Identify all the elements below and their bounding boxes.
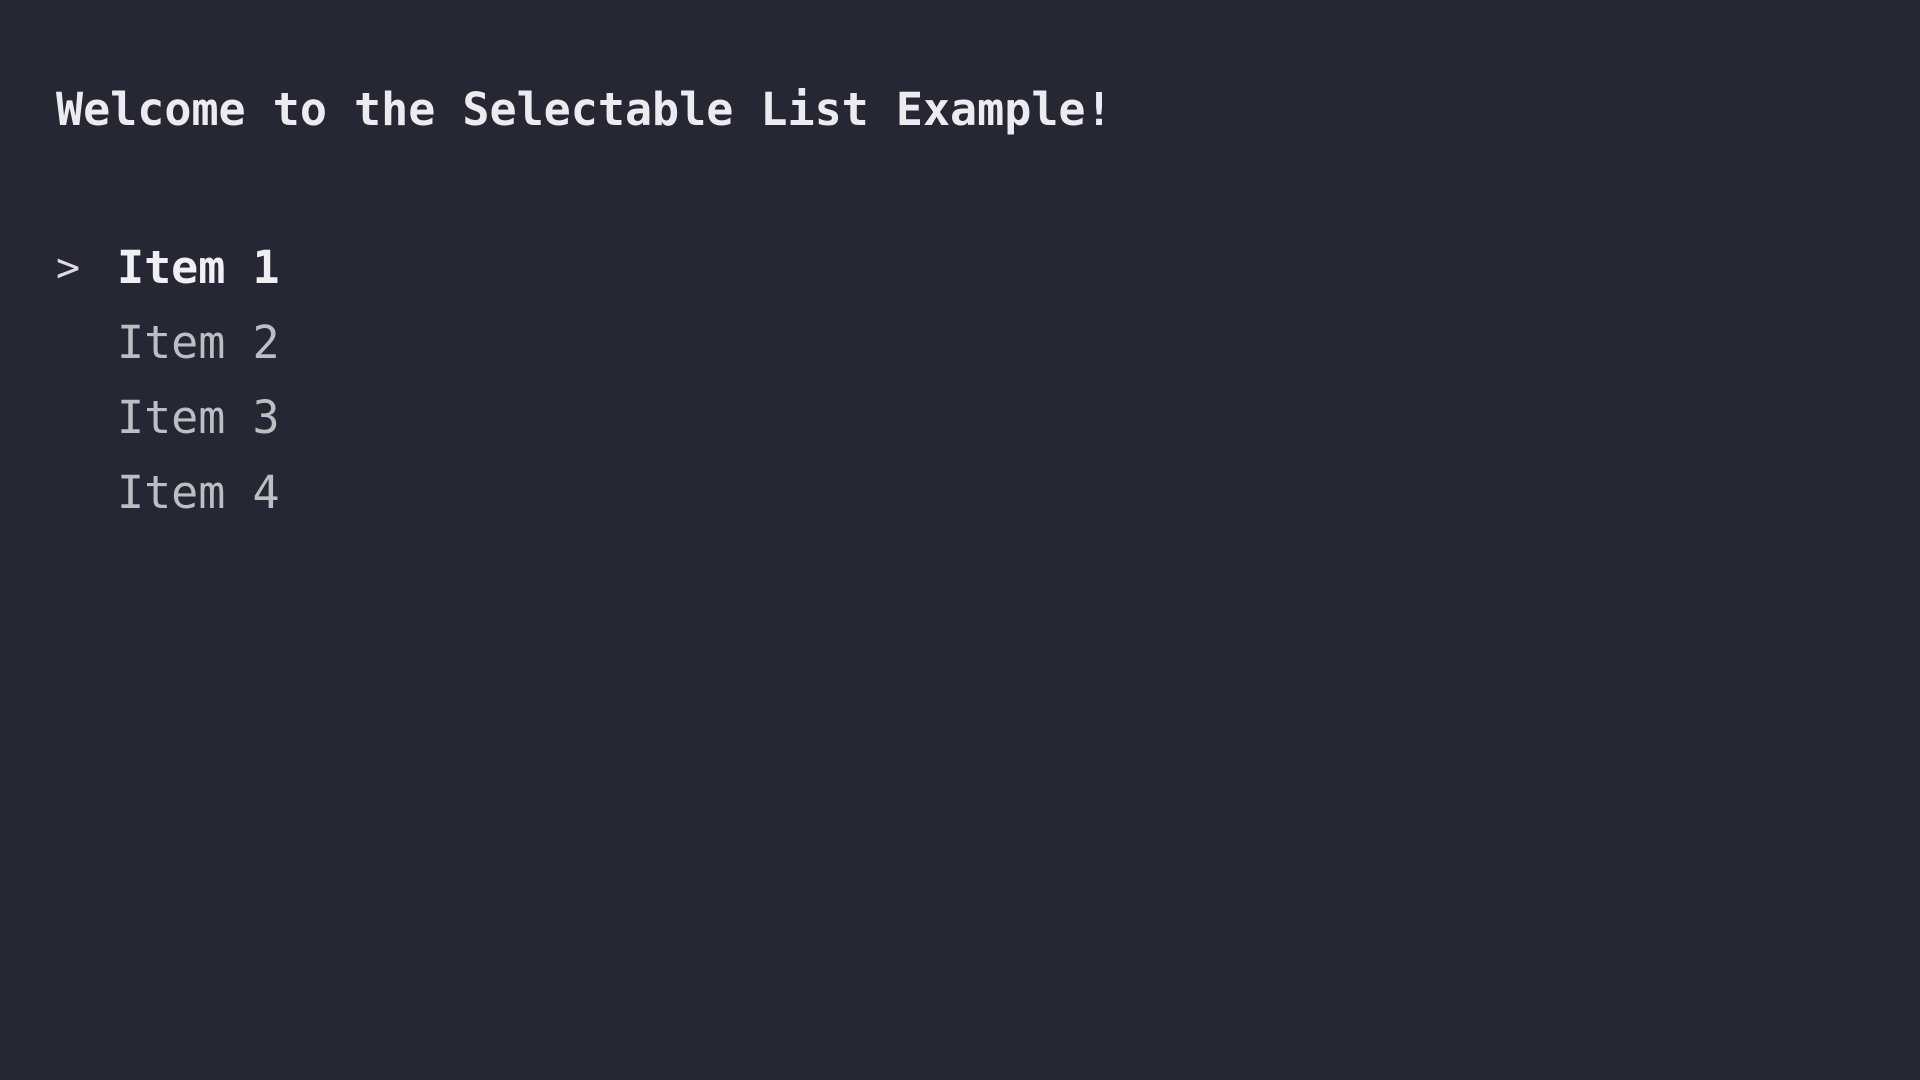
list-item[interactable]: Item 3 (56, 380, 1920, 455)
terminal-screen: Welcome to the Selectable List Example! … (0, 0, 1920, 1080)
list-item[interactable]: Item 2 (56, 305, 1920, 380)
selection-cursor-icon: > (56, 244, 81, 291)
list-item[interactable]: Item 4 (56, 455, 1920, 530)
selectable-list: > Item 1 Item 2 Item 3 Item 4 (56, 230, 1920, 530)
welcome-heading: Welcome to the Selectable List Example! (56, 83, 1113, 136)
list-item-label: Item 2 (117, 316, 280, 369)
list-item-label: Item 1 (117, 241, 280, 294)
list-item[interactable]: > Item 1 (56, 230, 1920, 305)
list-item-label: Item 4 (117, 466, 280, 519)
list-item-label: Item 3 (117, 391, 280, 444)
